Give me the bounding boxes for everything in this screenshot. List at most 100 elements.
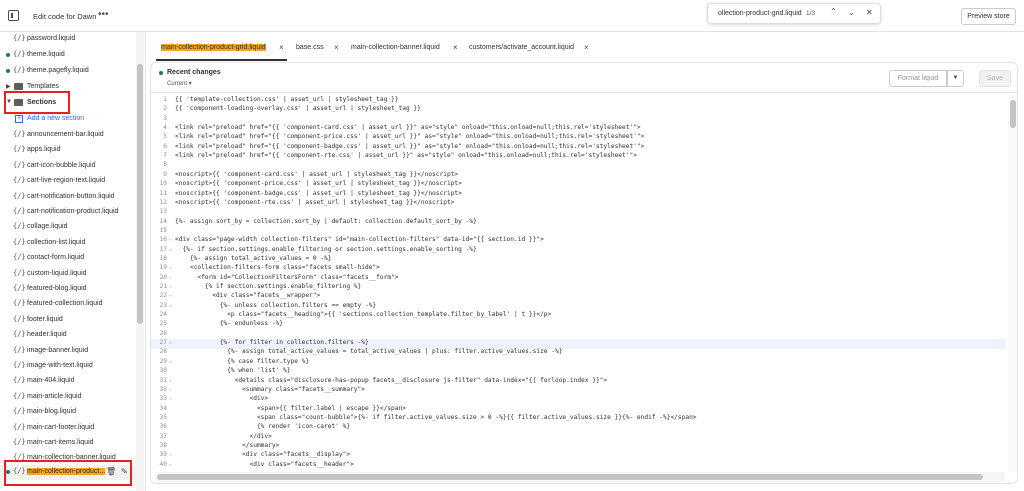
code-line[interactable]: 1 {{ 'template-collection.css' | asset_ur…: [151, 96, 1006, 106]
sidebar-file-item[interactable]: {/} contact-form.liquid: [0, 251, 136, 266]
sidebar-file-item[interactable]: {/} main-404.liquid: [0, 374, 136, 389]
code-line[interactable]: 6 <link rel="preload" href="{{ 'component…: [151, 143, 1006, 153]
code-line[interactable]: 17 ⌄ {%- if section.settings.enable_filte…: [151, 246, 1006, 256]
sidebar-file-item[interactable]: {/} main-collection-banner.liquid: [0, 451, 136, 466]
code-line[interactable]: 22 ⌄ <div class="facets__wrapper">: [151, 292, 1006, 302]
caret-down-icon[interactable]: ▼: [947, 70, 964, 87]
preview-store-button[interactable]: Preview store: [961, 8, 1016, 25]
chevron-up-icon[interactable]: ⌃: [830, 7, 837, 16]
sidebar-file-item[interactable]: {/} image-with-text.liquid: [0, 359, 136, 374]
code-line[interactable]: 3: [151, 115, 1006, 125]
code-line[interactable]: 27 ⌄ {%- for filter in collection.filters…: [151, 339, 1006, 349]
sidebar-file-item[interactable]: {/} main-blog.liquid: [0, 405, 136, 420]
code-line[interactable]: 31 ⌄ <details class="disclosure-has-popup…: [151, 377, 1006, 387]
sidebar-file-item[interactable]: {/} main-cart-items.liquid: [0, 436, 136, 451]
fold-chevron-icon[interactable]: ⌄: [169, 386, 172, 392]
sidebar-file-item[interactable]: {/} main-article.liquid: [0, 390, 136, 405]
code-line[interactable]: 13: [151, 208, 1006, 218]
sidebar-file-item[interactable]: {/} theme.pagefly.liquid: [0, 64, 136, 79]
tab-base-css[interactable]: base.css: [296, 44, 324, 51]
code-line[interactable]: 5 <link rel="preload" href="{{ 'component…: [151, 133, 1006, 143]
sidebar-file-item[interactable]: {/} apps.liquid: [0, 143, 136, 158]
fold-chevron-icon[interactable]: ⌄: [169, 292, 172, 298]
sidebar-file-item[interactable]: {/} custom-liquid.liquid: [0, 267, 136, 282]
code-line[interactable]: 7 <link rel="preload" href="{{ 'component…: [151, 152, 1006, 162]
sidebar-file-item[interactable]: {/} featured-collection.liquid: [0, 297, 136, 312]
fold-chevron-icon[interactable]: ⌄: [169, 395, 172, 401]
code-vscrollbar[interactable]: [1008, 94, 1017, 472]
fold-chevron-icon[interactable]: ⌄: [169, 461, 172, 467]
code-line[interactable]: 15: [151, 227, 1006, 237]
code-line[interactable]: 11 <noscript>{{ 'component-badge.css' | a…: [151, 190, 1006, 200]
code-line[interactable]: 32 ⌄ <summary class="facets__summary">: [151, 386, 1006, 396]
code-line[interactable]: 39 ⌄ <div class="facets__display">: [151, 451, 1006, 461]
code-line[interactable]: 4 <link rel="preload" href="{{ 'component…: [151, 124, 1006, 134]
fold-chevron-icon[interactable]: ⌄: [169, 358, 172, 364]
code-line[interactable]: 25 {%- endunless -%}: [151, 320, 1006, 330]
fold-chevron-icon[interactable]: ⌄: [169, 283, 172, 289]
sidebar-file-item[interactable]: {/} image-banner.liquid: [0, 344, 136, 359]
code-line[interactable]: 19 ⌄ <collection-filters-form class="face…: [151, 264, 1006, 274]
code-vscroll-thumb[interactable]: [1010, 100, 1016, 128]
code-line[interactable]: 38 </summary>: [151, 442, 1006, 452]
sidebar-file-item[interactable]: {/} cart-notification-product.liquid: [0, 205, 136, 220]
code-line[interactable]: 24 <p class="facets__heading">{{ 'sectio…: [151, 311, 1006, 321]
code-line[interactable]: 12 <noscript>{{ 'component-rte.css' | ass…: [151, 199, 1006, 209]
code-line[interactable]: 14 {%- assign sort_by = collection.sort_b…: [151, 218, 1006, 228]
sidebar-file-item[interactable]: {/} cart-notification-button.liquid: [0, 190, 136, 205]
code-line[interactable]: 35 <span class="count-bubble">{%- if fil…: [151, 414, 1006, 424]
close-icon[interactable]: ×: [584, 43, 589, 52]
code-line[interactable]: 2 {{ 'component-loading-overlay.css' | as…: [151, 105, 1006, 115]
fold-chevron-icon[interactable]: ⌄: [169, 377, 172, 383]
tab-activate-account[interactable]: customers/activate_account.liquid: [469, 44, 574, 51]
exit-icon[interactable]: [8, 10, 19, 21]
sidebar-file-item[interactable]: {/} password.liquid: [0, 32, 136, 47]
close-icon[interactable]: ×: [334, 43, 339, 52]
sidebar-file-item[interactable]: {/} theme.liquid: [0, 48, 136, 63]
code-line[interactable]: 29 ⌄ {% case filter.type %}: [151, 358, 1006, 368]
find-box[interactable]: ollection-product-grid.liquid 1/3 ⌃ ⌄ ✕: [707, 3, 881, 24]
fold-chevron-icon[interactable]: ⌄: [169, 274, 172, 280]
fold-chevron-icon[interactable]: ⌄: [169, 264, 172, 270]
close-icon[interactable]: ×: [279, 43, 284, 52]
code-area[interactable]: 1 {{ 'template-collection.css' | asset_ur…: [151, 94, 1007, 472]
code-line[interactable]: 36 {% render 'icon-caret' %}: [151, 423, 1006, 433]
more-icon[interactable]: •••: [98, 9, 109, 20]
sidebar-file-item[interactable]: {/} collection-list.liquid: [0, 236, 136, 251]
sidebar-file-item[interactable]: {/} cart-icon-bubble.liquid: [0, 159, 136, 174]
code-line[interactable]: 26: [151, 330, 1006, 340]
code-line[interactable]: 33 ⌄ <div>: [151, 395, 1006, 405]
code-line[interactable]: 34 <span>{{ filter.label | escape }}</sp…: [151, 405, 1006, 415]
code-line[interactable]: 8: [151, 161, 1006, 171]
chevron-down-icon[interactable]: ⌄: [848, 8, 855, 17]
close-icon[interactable]: ×: [453, 43, 458, 52]
code-line[interactable]: 23 ⌄ {%- unless collection.filters == emp…: [151, 302, 1006, 312]
sidebar-file-item[interactable]: {/} main-cart-footer.liquid: [0, 421, 136, 436]
close-icon[interactable]: ✕: [866, 8, 873, 17]
code-line[interactable]: 21 ⌄ {% if section.settings.enable_filter…: [151, 283, 1006, 293]
sidebar-file-item[interactable]: {/} cart-live-region-text.liquid: [0, 174, 136, 189]
version-select[interactable]: Current ▾: [167, 80, 192, 87]
code-line[interactable]: 28 {%- assign total_active_values = tota…: [151, 348, 1006, 358]
sidebar-file-item[interactable]: {/} featured-blog.liquid: [0, 282, 136, 297]
code-line[interactable]: 40 ⌄ <div class="facets__header">: [151, 461, 1006, 471]
fold-chevron-icon[interactable]: ⌄: [169, 236, 172, 242]
fold-chevron-icon[interactable]: ⌄: [169, 246, 172, 252]
code-line[interactable]: 30 {% when 'list' %}: [151, 367, 1006, 377]
code-line[interactable]: 20 ⌄ <form id="CollectionFiltersForm" cla…: [151, 274, 1006, 284]
fold-chevron-icon[interactable]: ⌄: [169, 451, 172, 457]
fold-chevron-icon[interactable]: ⌄: [169, 339, 172, 345]
code-line[interactable]: 10 <noscript>{{ 'component-price.css' | a…: [151, 180, 1006, 190]
code-line[interactable]: 18 {%- assign total_active_values = 0 -%…: [151, 255, 1006, 265]
fold-chevron-icon[interactable]: ⌄: [169, 302, 172, 308]
format-liquid-button[interactable]: Format liquid: [889, 70, 947, 87]
code-line[interactable]: 9 <noscript>{{ 'component-card.css' | ass…: [151, 171, 1006, 181]
tab-main-collection-banner[interactable]: main-collection-banner.liquid: [351, 44, 440, 51]
sidebar-file-item[interactable]: {/} header.liquid: [0, 328, 136, 343]
code-line[interactable]: 16 ⌄ <div class="page-width collection-fil…: [151, 236, 1006, 246]
save-button[interactable]: Save: [979, 70, 1011, 87]
sidebar-file-item[interactable]: {/} footer.liquid: [0, 313, 136, 328]
sidebar-file-item[interactable]: {/} collage.liquid: [0, 220, 136, 235]
code-line[interactable]: 37 </div>: [151, 433, 1006, 443]
sidebar-scroll-thumb[interactable]: [137, 64, 143, 324]
